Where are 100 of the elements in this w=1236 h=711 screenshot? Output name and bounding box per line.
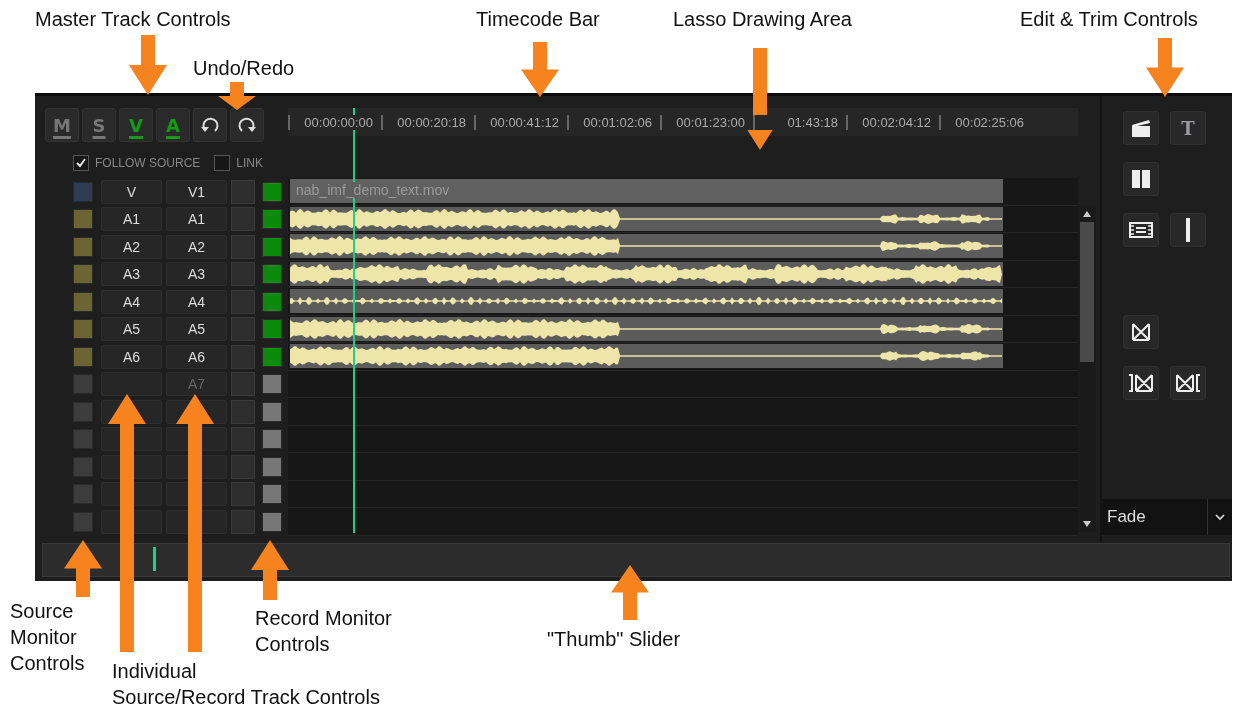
edit-tool-button[interactable] xyxy=(1123,111,1159,145)
record-monitor-toggle[interactable] xyxy=(262,236,282,257)
track-lane[interactable] xyxy=(288,233,1078,261)
source-track-button[interactable]: A4 xyxy=(101,289,162,314)
transition-dropdown[interactable]: Fade xyxy=(1102,499,1232,535)
source-track-button[interactable]: A2 xyxy=(101,234,162,259)
source-monitor-toggle[interactable] xyxy=(73,181,93,202)
audio-clip[interactable] xyxy=(290,289,1003,314)
source-monitor-toggle[interactable] xyxy=(73,374,93,395)
title-tool-button[interactable]: T xyxy=(1170,111,1206,145)
edit-tool-button[interactable] xyxy=(1123,366,1159,400)
film-strip-icon xyxy=(1129,221,1153,239)
edit-tool-button[interactable] xyxy=(1123,162,1159,196)
callout-arrow xyxy=(521,42,559,97)
track-lane[interactable] xyxy=(288,508,1078,536)
record-track-button[interactable]: V1 xyxy=(166,179,227,204)
track-lock-button[interactable] xyxy=(231,262,255,287)
track-lock-button[interactable] xyxy=(231,482,255,507)
record-monitor-toggle[interactable] xyxy=(262,401,282,422)
track-lane[interactable] xyxy=(288,425,1078,453)
record-monitor-toggle[interactable] xyxy=(262,181,282,202)
source-monitor-toggle[interactable] xyxy=(73,209,93,230)
redo-icon xyxy=(236,115,258,135)
source-monitor-toggle[interactable] xyxy=(73,291,93,312)
track-lock-button[interactable] xyxy=(231,509,255,534)
record-monitor-toggle[interactable] xyxy=(262,346,282,367)
track-lane[interactable] xyxy=(288,260,1078,288)
thumb-slider[interactable] xyxy=(42,543,1230,577)
source-monitor-toggle[interactable] xyxy=(73,319,93,340)
source-track-button[interactable]: A3 xyxy=(101,262,162,287)
source-monitor-toggle[interactable] xyxy=(73,346,93,367)
track-lane[interactable] xyxy=(288,370,1078,398)
record-track-button[interactable]: A4 xyxy=(166,289,227,314)
track-lock-button[interactable] xyxy=(231,399,255,424)
record-monitor-toggle[interactable] xyxy=(262,456,282,477)
vertical-scrollbar[interactable] xyxy=(1078,206,1096,532)
timecode-bar[interactable]: 00:00:00:00 00:00:20:18 00:00:41:12 00:01:02:06 00:01:23:00 01:43:18 00:02:04:12 00:02:25:06 xyxy=(288,108,1078,136)
track-lane[interactable] xyxy=(288,288,1078,316)
track-lock-button[interactable] xyxy=(231,344,255,369)
track-lock-button[interactable] xyxy=(231,234,255,259)
record-track-button[interactable]: A5 xyxy=(166,317,227,342)
track-lane[interactable] xyxy=(288,315,1078,343)
transition-icon xyxy=(1128,373,1154,393)
record-track-button[interactable]: A3 xyxy=(166,262,227,287)
record-track-button[interactable]: A2 xyxy=(166,234,227,259)
track-lock-button[interactable] xyxy=(231,317,255,342)
checkbox[interactable] xyxy=(73,155,89,171)
callout-label: Undo/Redo xyxy=(193,56,295,81)
source-track-button[interactable]: A6 xyxy=(101,344,162,369)
source-monitor-toggle[interactable] xyxy=(73,456,93,477)
track-lane[interactable] xyxy=(288,398,1078,426)
track-lock-button[interactable] xyxy=(231,289,255,314)
track-toggle-button[interactable]: V xyxy=(119,108,153,142)
record-track-button[interactable]: A1 xyxy=(166,207,227,232)
record-monitor-toggle[interactable] xyxy=(262,319,282,340)
track-lock-button[interactable] xyxy=(231,179,255,204)
callout-arrow xyxy=(1146,38,1184,97)
source-monitor-toggle[interactable] xyxy=(73,236,93,257)
edit-tool-button[interactable] xyxy=(1170,366,1206,400)
record-monitor-toggle[interactable] xyxy=(262,374,282,395)
callout-label: Edit & Trim Controls xyxy=(1020,7,1198,32)
checkbox[interactable] xyxy=(214,155,231,171)
redo-button[interactable] xyxy=(230,108,264,142)
callout-label: Individual Source/Record Track Controls xyxy=(112,659,380,710)
callout-label: Source Monitor Controls xyxy=(10,599,85,676)
track-lane[interactable] xyxy=(288,480,1078,508)
slider-thumb[interactable] xyxy=(153,547,157,571)
undo-button[interactable] xyxy=(193,108,227,142)
source-monitor-toggle[interactable] xyxy=(73,429,93,450)
source-monitor-toggle[interactable] xyxy=(73,511,93,532)
track-lane[interactable] xyxy=(288,343,1078,371)
source-track-button[interactable]: V xyxy=(101,179,162,204)
edit-tool-button[interactable] xyxy=(1170,213,1206,247)
record-monitor-toggle[interactable] xyxy=(262,511,282,532)
track-toggle-button[interactable]: A xyxy=(156,108,190,142)
source-monitor-toggle[interactable] xyxy=(73,401,93,422)
record-monitor-toggle[interactable] xyxy=(262,429,282,450)
record-track-button[interactable]: A6 xyxy=(166,344,227,369)
source-track-button[interactable]: A5 xyxy=(101,317,162,342)
track-lane[interactable] xyxy=(288,453,1078,481)
checkbox-label: FOLLOW SOURCE xyxy=(95,156,201,170)
callout-arrow xyxy=(611,565,649,620)
record-monitor-toggle[interactable] xyxy=(262,291,282,312)
edit-tool-button[interactable] xyxy=(1123,315,1159,349)
record-monitor-toggle[interactable] xyxy=(262,264,282,285)
track-lock-button[interactable] xyxy=(231,207,255,232)
track-lock-button[interactable] xyxy=(231,454,255,479)
source-monitor-toggle[interactable] xyxy=(73,264,93,285)
scrollbar-thumb[interactable] xyxy=(1080,222,1094,362)
edit-tool-button[interactable] xyxy=(1123,213,1159,247)
track-lock-button[interactable] xyxy=(231,427,255,452)
track-lock-button[interactable] xyxy=(231,372,255,397)
source-monitor-toggle[interactable] xyxy=(73,484,93,505)
transition-icon xyxy=(1175,373,1201,393)
record-monitor-toggle[interactable] xyxy=(262,484,282,505)
track-lane[interactable] xyxy=(288,205,1078,233)
callout-arrow xyxy=(218,82,256,110)
source-track-button[interactable]: A1 xyxy=(101,207,162,232)
record-monitor-toggle[interactable] xyxy=(262,209,282,230)
source-track-button[interactable] xyxy=(101,372,162,397)
